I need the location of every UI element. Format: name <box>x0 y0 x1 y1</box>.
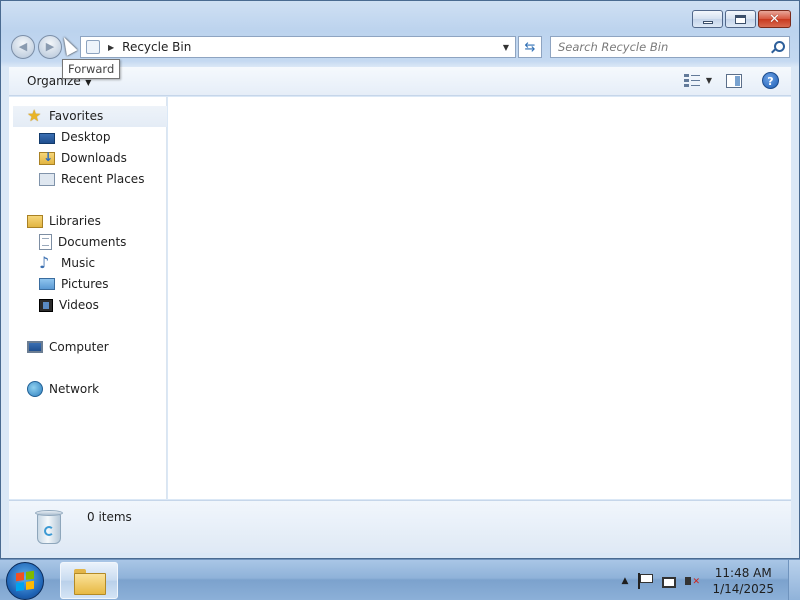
sidebar-item-label: Documents <box>58 235 127 249</box>
network-icon <box>27 381 43 397</box>
music-icon: ♪ <box>39 253 50 272</box>
computer-icon <box>27 341 43 353</box>
sidebar-item-label: Pictures <box>61 277 109 291</box>
show-desktop-button[interactable] <box>788 560 800 600</box>
sidebar-item-videos[interactable]: Videos <box>39 295 99 315</box>
sidebar-item-downloads[interactable]: Downloads <box>39 148 127 168</box>
file-list-area[interactable] <box>168 97 791 499</box>
items-count: 0 items <box>87 510 132 524</box>
search-box[interactable]: Search Recycle Bin <box>550 36 790 58</box>
taskbar: ▲ 11:48 AM 1/14/2025 <box>0 559 800 600</box>
close-icon: ✕ <box>769 11 780 27</box>
navigation-pane: ★ Favorites Desktop Downloads Recent Pla… <box>9 97 167 499</box>
sidebar-item-label: Computer <box>49 340 109 354</box>
change-view-icon[interactable] <box>683 73 700 88</box>
recycle-bin-icon <box>33 506 65 548</box>
maximize-button[interactable] <box>725 10 756 28</box>
chevron-down-icon: ▼ <box>82 78 92 87</box>
minimize-icon <box>702 20 713 24</box>
sidebar-item-label: Music <box>61 256 96 270</box>
sidebar-item-favorites[interactable]: ★ Favorites <box>27 106 103 126</box>
recycle-bin-small-icon <box>86 40 100 54</box>
mouse-cursor <box>58 34 78 56</box>
libraries-icon <box>27 214 43 228</box>
refresh-button[interactable]: ⇆ <box>518 36 542 58</box>
sidebar-item-label: Recent Places <box>61 172 145 186</box>
sidebar-item-label: Network <box>49 382 100 396</box>
sidebar-item-label: Libraries <box>49 214 101 228</box>
show-hidden-icons-icon[interactable]: ▲ <box>622 576 629 586</box>
clock[interactable]: 11:48 AM 1/14/2025 <box>712 565 774 597</box>
refresh-icon: ⇆ <box>524 39 536 55</box>
command-bar: Organize ▼ ▼ ? <box>9 67 791 96</box>
volume-muted-icon[interactable] <box>684 573 700 589</box>
preview-pane-icon[interactable] <box>726 73 742 88</box>
network-status-icon[interactable] <box>662 576 677 588</box>
sidebar-item-recent-places[interactable]: Recent Places <box>39 169 144 189</box>
view-controls: ▼ ? <box>683 72 779 89</box>
address-dropdown-icon[interactable]: ▼ <box>503 43 509 52</box>
windows-logo-icon <box>16 570 34 592</box>
explorer-window: ✕ ◀ ▶ ▶ Recycle Bin ▼ ⇆ Search Recycle B… <box>0 0 800 559</box>
sidebar-item-label: Favorites <box>49 109 104 123</box>
address-text[interactable]: Recycle Bin <box>122 40 191 54</box>
sidebar-item-music[interactable]: ♪ Music <box>39 253 95 273</box>
sidebar-item-label: Videos <box>59 298 99 312</box>
sidebar-item-label: Downloads <box>61 151 127 165</box>
sidebar-item-libraries[interactable]: Libraries <box>27 211 101 231</box>
caption-buttons: ✕ <box>690 10 791 28</box>
star-icon: ★ <box>27 106 42 125</box>
back-button[interactable]: ◀ <box>11 35 35 59</box>
minimize-button[interactable] <box>692 10 723 28</box>
documents-icon <box>39 234 52 250</box>
arrow-left-icon: ◀ <box>18 40 28 53</box>
videos-icon <box>39 298 53 312</box>
taskbar-explorer-button[interactable] <box>60 562 118 599</box>
sidebar-item-label: Desktop <box>61 130 111 144</box>
search-input[interactable]: Search Recycle Bin <box>558 40 668 54</box>
view-options-dropdown-icon[interactable]: ▼ <box>706 76 712 85</box>
forward-tooltip: Forward <box>62 59 121 79</box>
navigation-bar: ◀ ▶ ▶ Recycle Bin ▼ ⇆ Search Recycle Bin <box>10 34 790 60</box>
close-button[interactable]: ✕ <box>758 10 791 28</box>
desktop-icon <box>39 132 55 144</box>
system-tray: ▲ 11:48 AM 1/14/2025 <box>622 560 800 600</box>
search-icon[interactable] <box>771 41 785 53</box>
clock-time: 11:48 AM <box>714 565 772 580</box>
pictures-icon <box>39 278 55 290</box>
clock-date: 1/14/2025 <box>712 581 774 596</box>
help-icon[interactable]: ? <box>762 72 779 89</box>
start-button[interactable] <box>6 562 44 600</box>
sidebar-item-computer[interactable]: Computer <box>27 337 109 357</box>
downloads-icon <box>39 150 55 165</box>
sidebar-item-documents[interactable]: Documents <box>39 232 126 252</box>
windows-explorer-icon <box>74 568 106 595</box>
address-bar[interactable]: ▶ Recycle Bin ▼ <box>80 36 516 58</box>
action-center-flag-icon[interactable] <box>638 572 654 589</box>
sidebar-item-pictures[interactable]: Pictures <box>39 274 109 294</box>
maximize-icon <box>735 14 746 24</box>
breadcrumb-chevron-icon[interactable]: ▶ <box>108 43 114 52</box>
sidebar-item-network[interactable]: Network <box>27 379 99 399</box>
recent-places-icon <box>39 172 55 186</box>
details-pane: 0 items <box>9 500 791 553</box>
sidebar-item-desktop[interactable]: Desktop <box>39 127 111 147</box>
